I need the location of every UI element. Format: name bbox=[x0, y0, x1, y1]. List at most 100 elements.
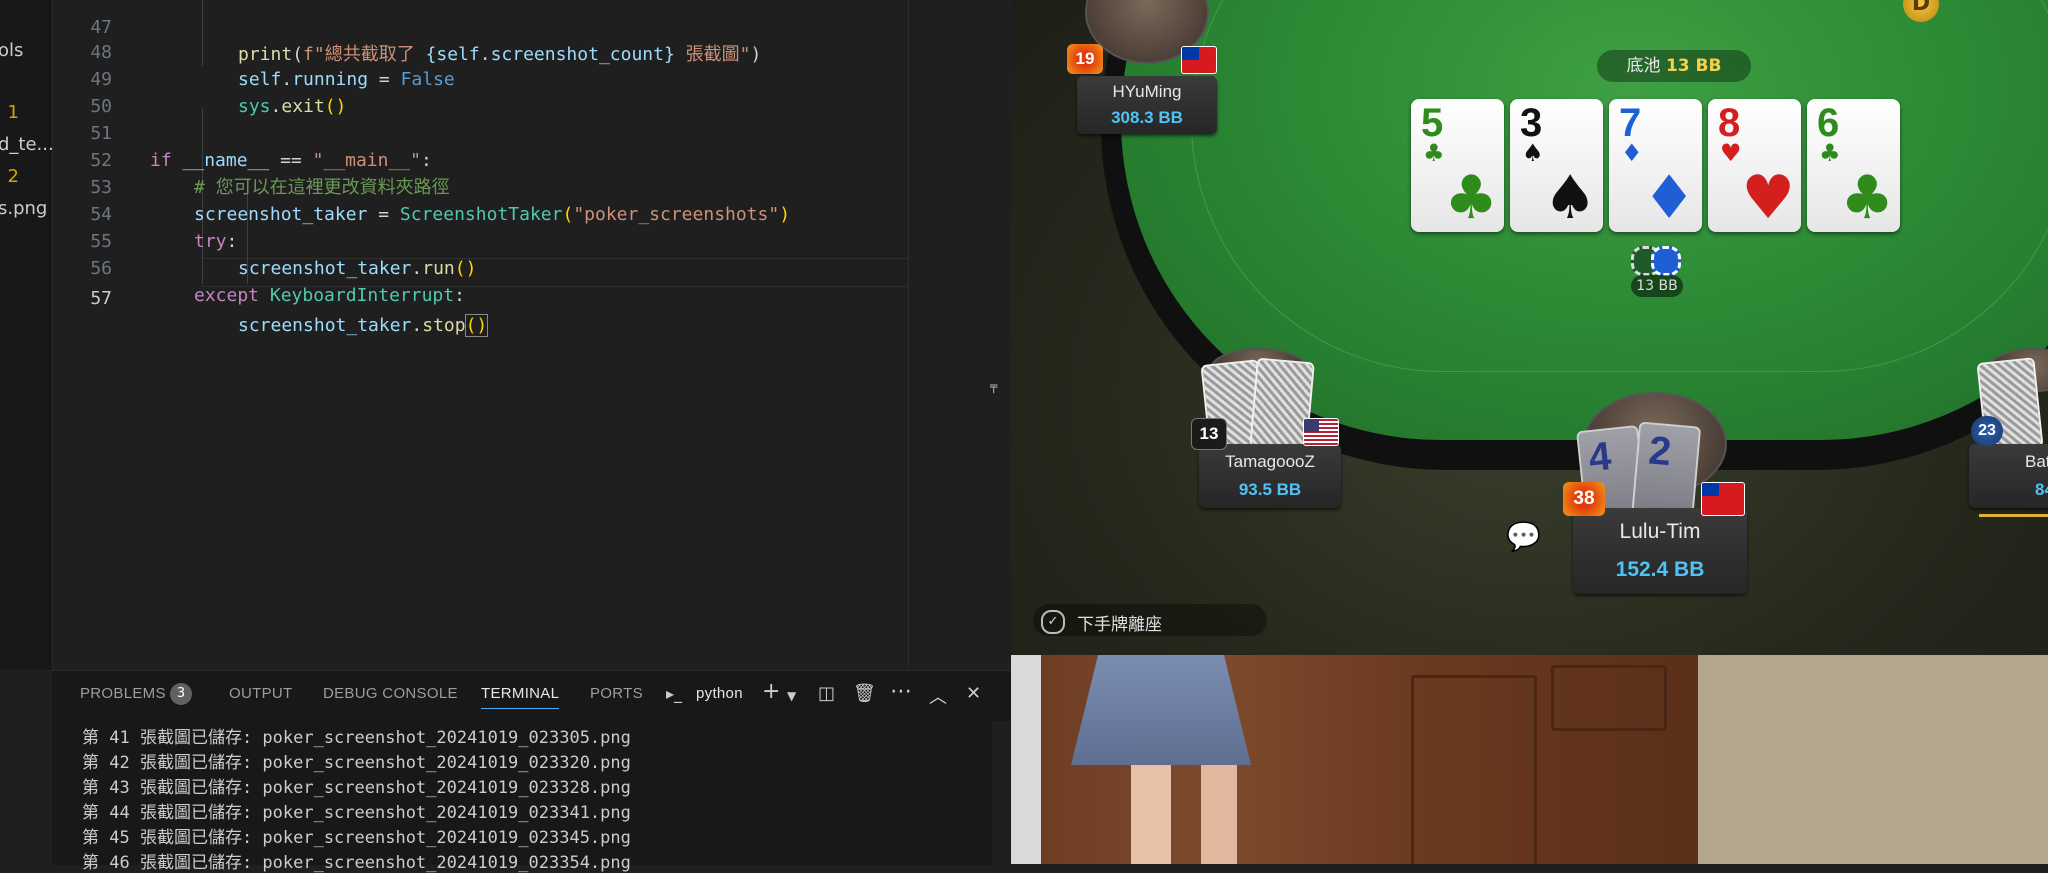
pot-label: 底池 bbox=[1626, 56, 1661, 76]
sit-out-toggle[interactable]: ✓ 下手牌離座 bbox=[1033, 604, 1267, 636]
terminal-instance-label[interactable]: python bbox=[696, 685, 743, 702]
card-rank: 4 bbox=[1586, 434, 1614, 481]
leg-shape bbox=[1131, 765, 1171, 864]
timer-bar bbox=[1979, 514, 2048, 517]
new-terminal-plus-icon[interactable]: + bbox=[762, 679, 780, 704]
terminal-line: 第 45 張截圖已儲存: poker_screenshot_20241019_0… bbox=[82, 828, 631, 848]
code-line[interactable]: 52 # 您可以在這裡更改資料夾路徑 bbox=[52, 120, 908, 198]
line-number: 57 bbox=[90, 288, 112, 309]
board-card: 3 ♠ ♠ bbox=[1510, 99, 1603, 232]
diamond-icon: ♦ bbox=[1642, 163, 1696, 233]
board-card: 7 ♦ ♦ bbox=[1609, 99, 1702, 232]
pot-amount: 13 BB bbox=[1665, 56, 1722, 76]
board-card: 6 ♣ ♣ bbox=[1807, 99, 1900, 232]
check-icon[interactable]: ✓ bbox=[1041, 610, 1065, 634]
code-line[interactable]: 54 try: bbox=[52, 174, 908, 252]
chat-bubble-icon[interactable]: 💬 bbox=[1506, 520, 1544, 553]
player-seat-top[interactable]: HYuMing 308.3 BB bbox=[1077, 76, 1217, 134]
tab-terminal[interactable]: TERMINAL bbox=[481, 685, 560, 709]
player-stack: 84 bbox=[2035, 480, 2048, 499]
tab-debug-console[interactable]: DEBUG CONSOLE bbox=[323, 685, 458, 702]
tab-problems[interactable]: PROBLEMS bbox=[80, 685, 166, 702]
player-name: HYuMing bbox=[1112, 82, 1182, 101]
code-line[interactable]: 49 sys.exit() bbox=[52, 39, 908, 117]
explorer-item[interactable]: s.png bbox=[0, 198, 47, 219]
code-line[interactable]: 50 bbox=[52, 66, 908, 117]
spade-icon: ♠ bbox=[1522, 139, 1544, 167]
bottom-panel[interactable]: PROBLEMS 3 OUTPUT DEBUG CONSOLE TERMINAL… bbox=[52, 670, 1011, 873]
leg-shape bbox=[1201, 765, 1237, 864]
background-photo bbox=[1011, 655, 1698, 864]
explorer-sidebar[interactable]: ols . 1 d_te... . 2 s.png bbox=[0, 0, 53, 670]
player-level-badge: 23 bbox=[1971, 416, 2003, 446]
code-line[interactable]: 48 self.running = False bbox=[52, 12, 908, 90]
player-seat-left[interactable]: TamagoooZ 93.5 BB bbox=[1199, 444, 1341, 508]
terminal-scrollbar[interactable] bbox=[992, 721, 1010, 865]
us-flag-icon bbox=[1303, 418, 1339, 446]
taiwan-flag-icon bbox=[1181, 46, 1217, 74]
player-level-badge: 19 bbox=[1067, 44, 1103, 74]
close-icon[interactable]: ✕ bbox=[966, 683, 981, 704]
club-icon: ♣ bbox=[1444, 163, 1498, 233]
line-text: except KeyboardInterrupt: bbox=[194, 285, 465, 306]
terminal-line: 第 43 張截圖已儲存: poker_screenshot_20241019_0… bbox=[82, 778, 631, 798]
split-sash[interactable]: ╤ bbox=[990, 379, 1004, 393]
door-panel bbox=[1411, 675, 1537, 864]
player-level-badge: 38 bbox=[1563, 482, 1605, 516]
player-seat-right[interactable]: Bata 84 bbox=[1969, 444, 2048, 508]
more-actions-icon[interactable]: ⋯ bbox=[890, 679, 912, 704]
chip-icon bbox=[1651, 246, 1681, 276]
explorer-item[interactable]: ols bbox=[0, 40, 23, 61]
terminal-icon: ▸_ bbox=[666, 684, 683, 703]
terminal-line: 第 42 張截圖已儲存: poker_screenshot_20241019_0… bbox=[82, 753, 631, 773]
code-line[interactable]: 51 if __name__ == "__main__": bbox=[52, 93, 908, 171]
player-stack: 93.5 BB bbox=[1238, 480, 1302, 499]
pot-display: 底池 13 BB bbox=[1597, 50, 1751, 82]
taiwan-flag-icon bbox=[1701, 482, 1745, 516]
explorer-item[interactable]: . 2 bbox=[0, 166, 19, 187]
problems-count-badge: 3 bbox=[170, 683, 192, 705]
player-stack: 152.4 BB bbox=[1615, 558, 1705, 581]
diamond-icon: ♦ bbox=[1621, 139, 1643, 167]
code-area[interactable]: 47 print(f"總共截取了 {self.screenshot_count}… bbox=[52, 0, 908, 670]
player-seat-hero[interactable]: Lulu-Tim 152.4 BB bbox=[1573, 508, 1747, 594]
player-level-badge: 13 bbox=[1191, 418, 1227, 450]
editor-divider bbox=[908, 0, 909, 670]
left-edge-shape bbox=[1011, 655, 1041, 864]
door-panel bbox=[1551, 665, 1667, 731]
sit-out-label: 下手牌離座 bbox=[1077, 615, 1162, 635]
tab-ports[interactable]: PORTS bbox=[590, 685, 643, 702]
code-line[interactable]: 56 except KeyboardInterrupt: bbox=[52, 228, 908, 306]
line-text: screenshot_taker.stop() bbox=[238, 314, 489, 337]
maximize-panel-icon[interactable]: ︿ bbox=[929, 683, 947, 709]
board-card: 5 ♣ ♣ bbox=[1411, 99, 1504, 232]
spade-icon: ♠ bbox=[1543, 163, 1597, 233]
split-terminal-icon[interactable]: ◫ bbox=[818, 683, 835, 704]
terminal-line: 第 41 張截圖已儲存: poker_screenshot_20241019_0… bbox=[82, 728, 631, 748]
code-line[interactable]: 55 screenshot_taker.run() bbox=[52, 201, 908, 279]
card-rank: 2 bbox=[1646, 428, 1673, 475]
player-name: Bata bbox=[2025, 452, 2048, 471]
skirt-shape bbox=[1071, 655, 1251, 765]
code-line[interactable]: 53 screenshot_taker = ScreenshotTaker("p… bbox=[52, 147, 908, 225]
trash-icon[interactable]: 🗑 bbox=[853, 683, 876, 704]
player-name: TamagoooZ bbox=[1225, 452, 1315, 471]
explorer-item[interactable]: d_te... bbox=[0, 134, 52, 155]
chevron-down-icon[interactable]: ▼ bbox=[787, 689, 796, 703]
club-icon: ♣ bbox=[1423, 139, 1445, 167]
bet-amount: 13 BB bbox=[1631, 275, 1683, 297]
heart-icon: ♥ bbox=[1741, 163, 1795, 233]
explorer-item[interactable]: . 1 bbox=[0, 102, 19, 123]
background-panel bbox=[1698, 655, 2048, 864]
terminal-line: 第 44 張截圖已儲存: poker_screenshot_20241019_0… bbox=[82, 803, 631, 823]
code-editor[interactable]: ols . 1 d_te... . 2 s.png 47 print(f"總共截… bbox=[0, 0, 1011, 873]
club-icon: ♣ bbox=[1819, 139, 1841, 167]
heart-icon: ♥ bbox=[1720, 139, 1742, 167]
code-line[interactable]: 57 screenshot_taker.stop() bbox=[52, 258, 908, 337]
poker-window[interactable]: D 底池 13 BB 5 ♣ ♣ 3 ♠ ♠ 7 ♦ ♦ 8 ♥ ♥ 6 ♣ ♣… bbox=[1011, 0, 2048, 655]
club-icon: ♣ bbox=[1840, 163, 1894, 233]
player-stack: 308.3 BB bbox=[1111, 108, 1183, 127]
board-card: 8 ♥ ♥ bbox=[1708, 99, 1801, 232]
tab-output[interactable]: OUTPUT bbox=[229, 685, 292, 702]
player-name: Lulu-Tim bbox=[1619, 520, 1701, 543]
